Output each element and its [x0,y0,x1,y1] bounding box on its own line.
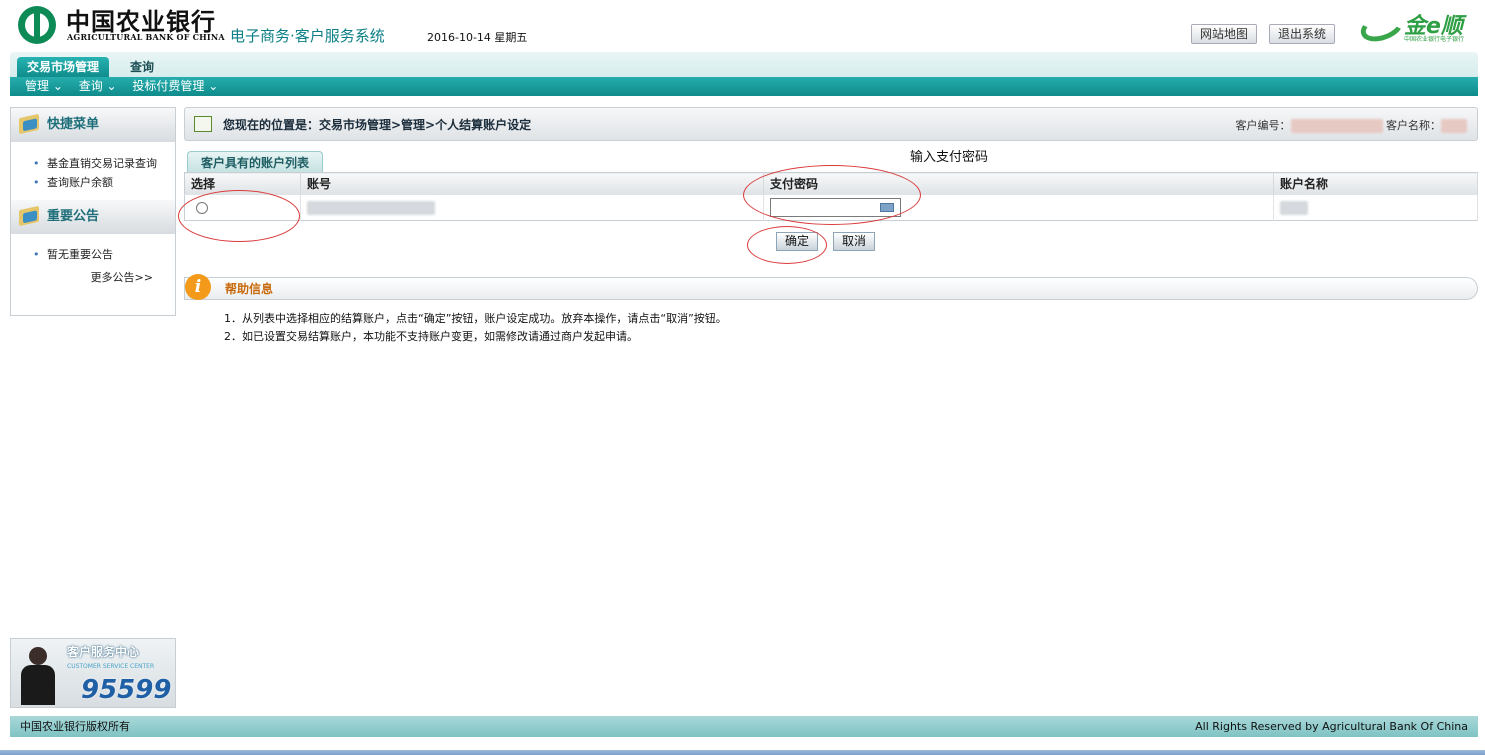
more-notices-link[interactable]: 更多公告>> [11,269,175,285]
main-nav: 交易市场管理 查询 管理 ⌄ 查询 ⌄ 投标付费管理 ⌄ [10,52,1478,96]
tab-query[interactable]: 查询 [120,57,164,77]
account-name-cell [1273,194,1478,221]
cancel-button[interactable]: 取消 [833,232,876,251]
help-line-1: 1．从列表中选择相应的结算账户，点击“确定”按钮，账户设定成功。放弃本操作，请点… [224,312,727,325]
window-bottom-bar [0,750,1485,755]
account-number-redacted [307,200,435,215]
breadcrumb: 您现在的位置是：交易市场管理>管理>个人结算账户设定 [223,118,532,132]
folder-icon [19,113,39,135]
subnav-bid-fee[interactable]: 投标付费管理 ⌄ [132,79,218,93]
help-title: 帮助信息 [225,282,274,296]
footer: 中国农业银行版权所有 All Rights Reserved by Agricu… [10,716,1478,737]
folder-icon [19,205,39,227]
brand-logo: 金e顺 中国农业银行电子银行 [1356,7,1472,47]
annotation-circle-select [178,190,300,242]
notice-item: 暂无重要公告 [11,247,175,263]
customer-name-redacted [1441,119,1467,133]
service-center-title: 客户服务中心 [67,645,140,659]
service-agent-image [15,643,61,705]
location-icon [194,116,212,132]
annotation-text: 输入支付密码 [910,150,989,165]
account-cell [300,194,764,221]
abc-logo-icon [18,6,56,44]
col-account: 账号 [300,172,764,195]
annotation-circle-confirm [747,226,827,264]
customer-name-label: 客户名称： [1386,119,1441,132]
account-name-redacted [1280,200,1308,215]
brand-subtitle: 中国农业银行电子银行 [1404,36,1465,43]
customer-number-label: 客户编号： [1235,119,1291,132]
current-date: 2016-10-14 星期五 [427,31,528,44]
location-bar: 您现在的位置是：交易市场管理>管理>个人结算账户设定 客户编号： 客户名称： [184,107,1478,141]
customer-info: 客户编号： 客户名称： [1235,108,1467,144]
logout-button[interactable]: 退出系统 [1269,24,1336,44]
tab-market-management[interactable]: 交易市场管理 [17,57,110,77]
quick-menu-title: 快捷菜单 [11,108,175,142]
service-center-subtitle: CUSTOMER SERVICE CENTER [67,663,155,670]
sitemap-button[interactable]: 网站地图 [1191,24,1258,44]
sub-nav: 管理 ⌄ 查询 ⌄ 投标付费管理 ⌄ [10,77,1478,96]
bank-name-en: AGRICULTURAL BANK OF CHINA [67,32,225,42]
subnav-query[interactable]: 查询 ⌄ [79,79,117,93]
service-center-banner[interactable]: 客户服务中心 CUSTOMER SERVICE CENTER 95599 [10,638,176,708]
service-hotline: 95599 [81,675,172,705]
sidebar: 快捷菜单 基金直销交易记录查询 查询账户余额 重要公告 暂无重要公告 更多公告>… [10,107,176,316]
header: 中国农业银行 AGRICULTURAL BANK OF CHINA 电子商务·客… [0,0,1485,52]
subnav-manage[interactable]: 管理 ⌄ [25,79,63,93]
brand-swoosh-icon [1356,7,1408,47]
footer-copyright-cn: 中国农业银行版权所有 [20,720,130,733]
annotation-circle-password [743,165,921,225]
help-bar: i 帮助信息 [184,274,1478,300]
footer-copyright-en: All Rights Reserved by Agricultural Bank… [1195,720,1468,733]
help-line-2: 2．如已设置交易结算账户，本功能不支持账户变更，如需修改请通过商户发起申请。 [224,330,638,343]
info-icon: i [185,274,211,300]
sidebar-item-balance-query[interactable]: 查询账户余额 [11,175,175,191]
account-list-tab[interactable]: 客户具有的账户列表 [187,151,324,173]
col-account-name: 账户名称 [1273,172,1478,195]
notice-title: 重要公告 [11,200,175,234]
system-name: 电子商务·客户服务系统 [230,27,385,45]
sidebar-item-fund-query[interactable]: 基金直销交易记录查询 [11,156,175,172]
customer-number-redacted [1290,119,1383,133]
